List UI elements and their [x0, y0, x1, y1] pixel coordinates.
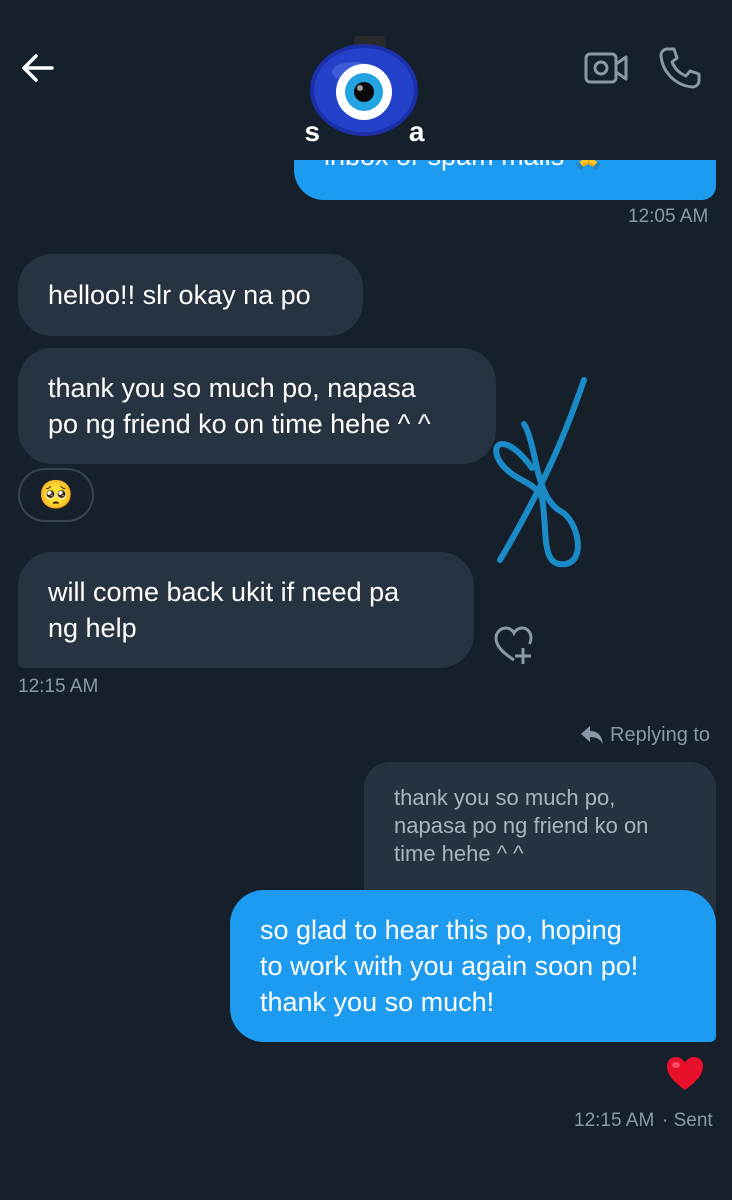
- message-text: helloo!! slr okay na po: [48, 280, 311, 310]
- pleading-face-emoji: 🥺: [38, 478, 74, 511]
- message-text-line: will come back ukit if need pa: [48, 577, 400, 607]
- doodle-drawing: [493, 377, 587, 568]
- incoming-message[interactable]: helloo!! slr okay na po: [18, 254, 363, 336]
- previous-message-text: inbox or spam mails 🙏: [324, 160, 605, 172]
- message-timestamp: 12:15 AM: [18, 676, 99, 697]
- message-text-line: so glad to hear this po, hoping: [260, 915, 622, 945]
- video-call-icon[interactable]: [583, 48, 629, 88]
- contact-name: s a: [304, 116, 426, 147]
- back-arrow-icon[interactable]: [18, 48, 58, 88]
- quoted-line: napasa po ng friend ko on: [394, 813, 649, 838]
- phone-call-icon[interactable]: [658, 46, 702, 90]
- message-timestamp: 12:15 AM: [574, 1110, 655, 1131]
- message-text-line: ng help: [48, 613, 137, 643]
- chat-header: s a: [0, 0, 732, 160]
- message-timestamp: 12:05 AM: [628, 206, 709, 227]
- add-reaction-icon[interactable]: [494, 626, 534, 666]
- contact-avatar[interactable]: s a: [300, 36, 430, 147]
- conversation-view: inbox or spam mails 🙏 12:05 AM helloo!! …: [0, 0, 732, 1200]
- message-reaction[interactable]: 🥺: [18, 468, 94, 522]
- replying-text: Replying to: [610, 723, 711, 746]
- incoming-message[interactable]: thank you so much po, napasa po ng frien…: [18, 348, 496, 464]
- message-text-line: thank you so much!: [260, 987, 495, 1017]
- incoming-message[interactable]: will come back ukit if need pa ng help: [18, 552, 474, 668]
- message-text-line: po ng friend ko on time hehe ^ ^: [48, 409, 431, 439]
- reply-arrow-icon: [581, 726, 603, 744]
- quoted-line: time hehe ^ ^: [394, 841, 524, 866]
- outgoing-message[interactable]: so glad to hear this po, hoping to work …: [230, 890, 716, 1042]
- message-text-line: to work with you again soon po!: [260, 951, 639, 981]
- quoted-line: thank you so much po,: [394, 785, 616, 810]
- heart-reaction-icon[interactable]: [666, 1056, 704, 1092]
- message-status: · Sent: [662, 1110, 713, 1131]
- previous-outgoing-message[interactable]: inbox or spam mails 🙏: [294, 160, 716, 200]
- replying-to-label: Replying to: [580, 720, 710, 750]
- message-text-line: thank you so much po, napasa: [48, 373, 416, 403]
